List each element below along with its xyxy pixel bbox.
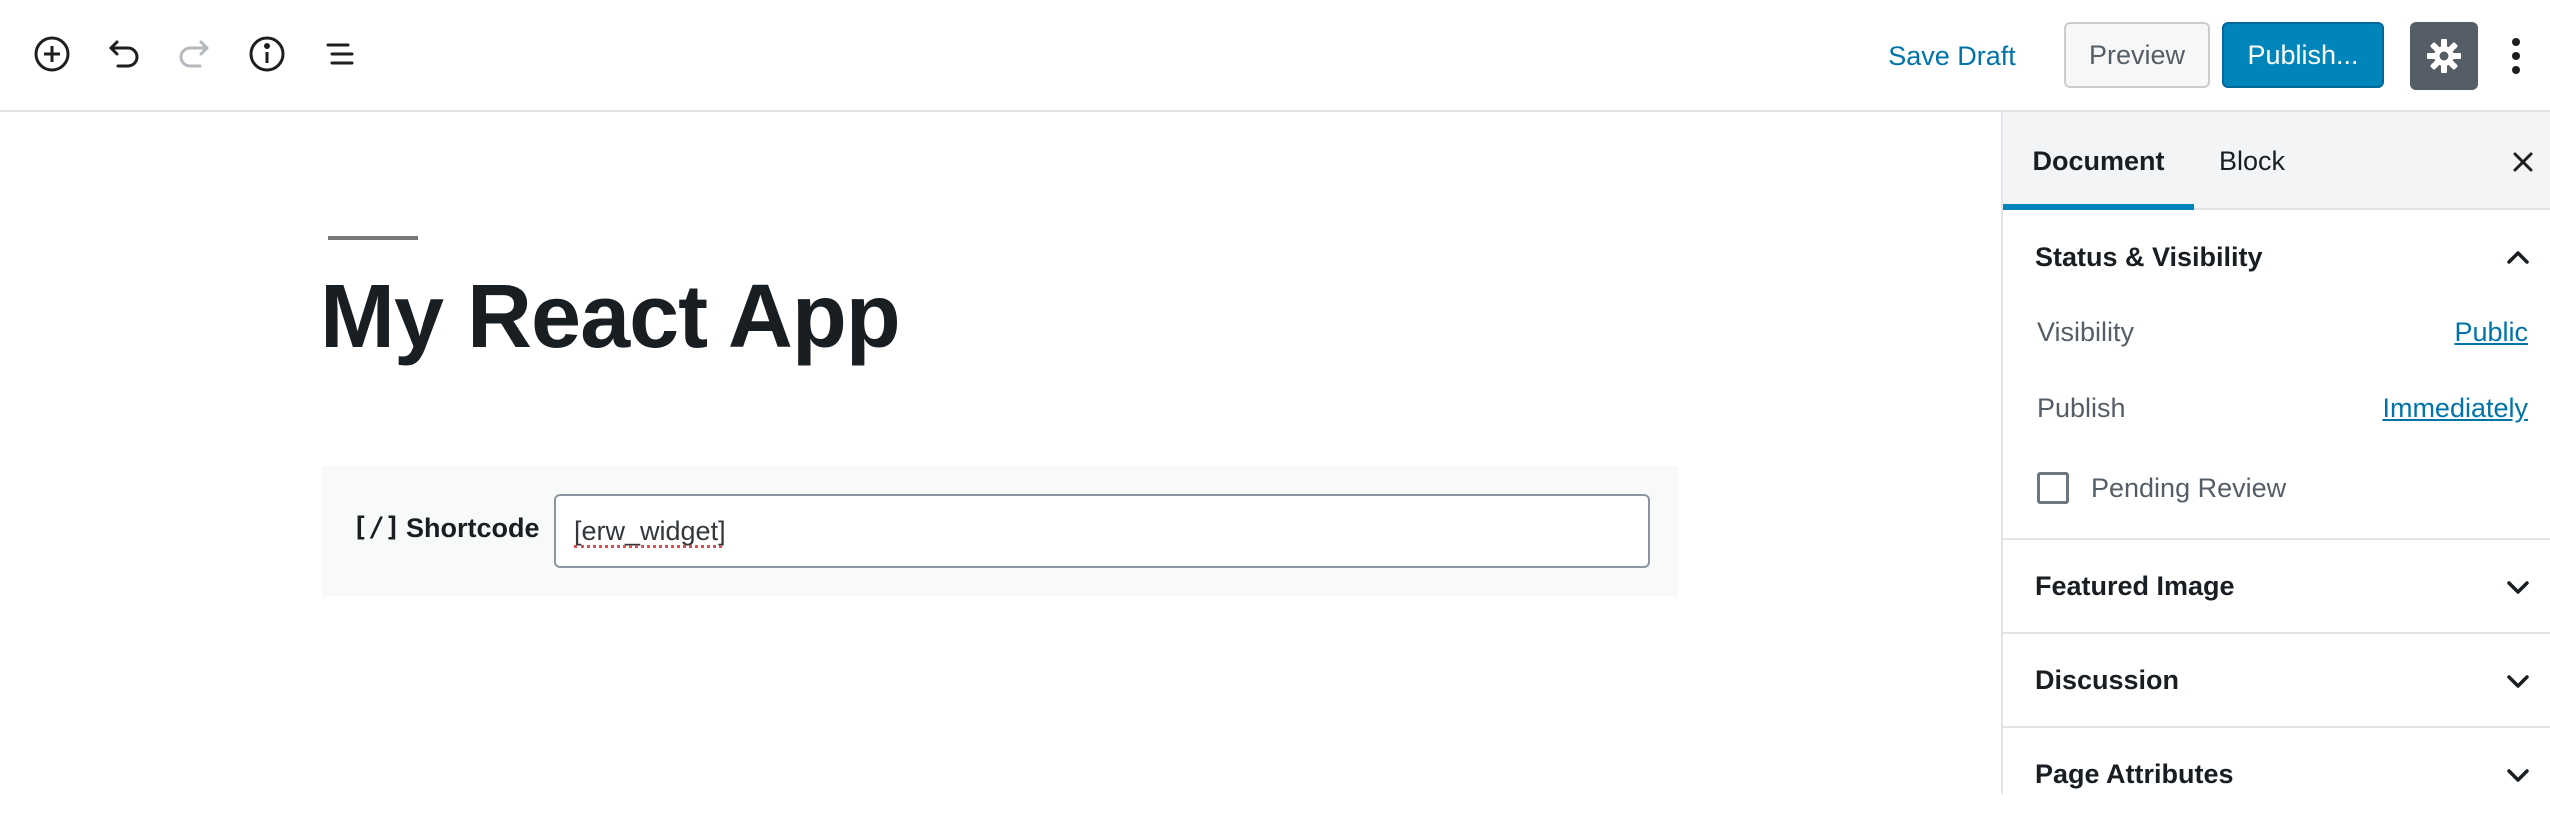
settings-sidebar: Document Block Status & Visibility Visib… <box>2001 112 2550 794</box>
pending-review-label: Pending Review <box>2091 473 2287 503</box>
gear-icon <box>2427 39 2461 73</box>
panel-discussion-title: Discussion <box>2035 664 2180 695</box>
panel-page-attributes-title: Page Attributes <box>2035 758 2234 789</box>
panel-page-attributes[interactable]: Page Attributes <box>2003 726 2550 820</box>
tab-document[interactable]: Document <box>2003 112 2194 210</box>
info-icon[interactable] <box>245 32 289 76</box>
block-navigation-icon[interactable] <box>318 32 362 76</box>
shortcode-label: Shortcode <box>406 513 540 543</box>
shortcode-icon: [/] <box>352 512 401 543</box>
shortcode-block[interactable]: [/] Shortcode <box>322 466 1678 596</box>
add-block-icon[interactable] <box>30 32 74 76</box>
visibility-label: Visibility <box>2037 317 2135 347</box>
publish-label: Publish <box>2037 393 2126 423</box>
visibility-link[interactable]: Public <box>2454 317 2528 348</box>
pending-review-checkbox[interactable] <box>2037 472 2069 504</box>
close-sidebar-button[interactable] <box>2503 142 2543 182</box>
sidebar-tabs: Document Block <box>2003 112 2550 210</box>
more-vertical-icon <box>2512 38 2520 74</box>
panel-status-visibility[interactable]: Status & Visibility <box>2003 210 2550 304</box>
panel-status-visibility-title: Status & Visibility <box>2035 241 2263 272</box>
title-separator <box>328 236 418 240</box>
panel-discussion[interactable]: Discussion <box>2003 632 2550 726</box>
chevron-up-icon <box>2507 251 2529 264</box>
undo-icon[interactable] <box>101 32 145 76</box>
publish-date-link[interactable]: Immediately <box>2382 393 2528 424</box>
publish-button[interactable]: Publish... <box>2222 22 2384 88</box>
settings-button[interactable] <box>2410 22 2478 90</box>
save-draft-button[interactable]: Save Draft <box>1872 34 2032 78</box>
preview-button[interactable]: Preview <box>2064 22 2210 88</box>
editor-header: Save Draft Preview Publish... <box>0 0 2550 112</box>
chevron-down-icon <box>2507 675 2529 688</box>
shortcode-input[interactable] <box>554 494 1650 568</box>
tab-block[interactable]: Block <box>2194 112 2310 210</box>
chevron-down-icon <box>2507 769 2529 782</box>
more-tools-button[interactable] <box>2494 22 2538 90</box>
panel-featured-image[interactable]: Featured Image <box>2003 538 2550 632</box>
editor-canvas: My React App [/] Shortcode <box>0 112 2001 794</box>
panel-featured-image-title: Featured Image <box>2035 570 2235 601</box>
redo-icon[interactable] <box>173 32 217 76</box>
close-icon <box>2513 152 2533 172</box>
post-title[interactable]: My React App <box>320 272 901 362</box>
chevron-down-icon <box>2507 581 2529 594</box>
